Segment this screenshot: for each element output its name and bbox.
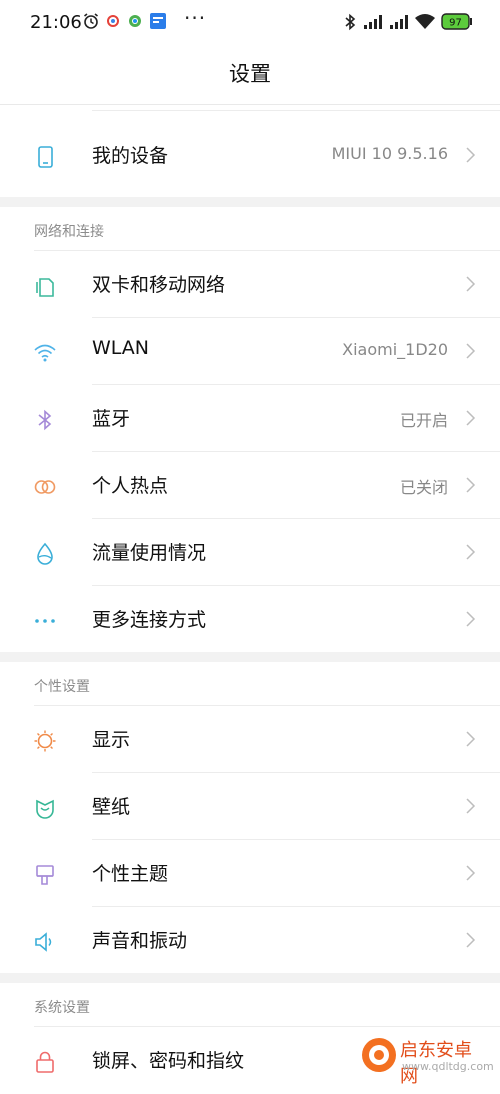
row-value: MIUI 10 9.5.16 <box>331 144 448 163</box>
row-theme[interactable]: 个性主题 <box>0 841 500 907</box>
section-gap <box>0 197 500 207</box>
chevron-right-icon <box>466 932 476 948</box>
signal-sim2-icon <box>390 15 408 29</box>
row-divider <box>92 772 500 773</box>
chevron-right-icon <box>466 147 476 163</box>
row-divider <box>92 384 500 385</box>
chevron-right-icon <box>466 410 476 426</box>
alarm-icon <box>84 13 98 29</box>
more-dots-icon <box>35 619 55 623</box>
status-bar: 21:06 ··· 97 <box>0 0 500 44</box>
section-header-system: 系统设置 <box>34 1000 90 1016</box>
news-app-icon <box>150 13 166 29</box>
app-notification-icon <box>107 15 119 27</box>
signal-sim1-icon <box>364 15 382 29</box>
bluetooth-icon <box>38 409 52 431</box>
browser-notification-icon <box>129 15 141 27</box>
row-label: 声音和振动 <box>92 930 188 952</box>
phone-icon <box>38 146 53 168</box>
battery-level: 97 <box>449 18 462 29</box>
row-wlan[interactable]: WLAN Xiaomi_1D20 <box>0 319 500 385</box>
row-label: 流量使用情况 <box>92 542 207 564</box>
sim-card-icon <box>36 278 54 297</box>
row-bluetooth[interactable]: 蓝牙 已开启 <box>0 386 500 452</box>
chevron-right-icon <box>466 611 476 627</box>
section-divider <box>34 1026 500 1027</box>
row-my-device[interactable]: 我的设备 MIUI 10 9.5.16 <box>0 123 500 189</box>
row-dual-sim[interactable]: 双卡和移动网络 <box>0 252 500 318</box>
row-display[interactable]: 显示 <box>0 707 500 773</box>
page-title: 设置 <box>229 62 271 86</box>
row-divider <box>92 518 500 519</box>
watermark-logo-icon <box>362 1038 396 1072</box>
wifi-status-icon <box>415 14 435 29</box>
chevron-right-icon <box>466 731 476 747</box>
battery-icon: 97 <box>441 13 472 30</box>
row-wallpaper[interactable]: 壁纸 <box>0 774 500 840</box>
row-divider <box>92 585 500 586</box>
paint-brush-icon <box>36 865 54 885</box>
wifi-icon <box>34 344 56 362</box>
water-drop-icon <box>37 542 53 565</box>
row-label: 锁屏、密码和指纹 <box>92 1050 245 1072</box>
row-value: 已关闭 <box>399 478 448 497</box>
row-value: Xiaomi_1D20 <box>342 340 448 359</box>
section-divider <box>34 705 500 706</box>
more-notifications-icon: ··· <box>184 6 207 30</box>
section-gap <box>0 652 500 662</box>
hotspot-icon <box>34 480 56 494</box>
header-divider <box>0 104 500 105</box>
row-data-usage[interactable]: 流量使用情况 <box>0 520 500 586</box>
row-sound[interactable]: 声音和振动 <box>0 908 500 974</box>
row-label: 个性主题 <box>92 863 169 885</box>
row-divider <box>92 451 500 452</box>
flower-icon <box>36 799 54 819</box>
status-time: 21:06 <box>30 12 82 33</box>
row-more-connections[interactable]: 更多连接方式 <box>0 587 500 653</box>
row-label: WLAN <box>92 337 150 359</box>
chevron-right-icon <box>466 544 476 560</box>
sun-icon <box>34 730 56 752</box>
row-label: 更多连接方式 <box>92 609 207 631</box>
row-divider <box>92 317 500 318</box>
row-label: 壁纸 <box>92 796 131 818</box>
section-header-personalization: 个性设置 <box>34 679 90 695</box>
bluetooth-status-icon <box>345 13 356 31</box>
chevron-right-icon <box>466 276 476 292</box>
chevron-right-icon <box>466 798 476 814</box>
speaker-icon <box>35 932 52 952</box>
row-hotspot[interactable]: 个人热点 已关闭 <box>0 453 500 519</box>
lock-icon <box>36 1051 54 1073</box>
row-label: 个人热点 <box>92 475 169 497</box>
row-label: 蓝牙 <box>92 408 131 430</box>
section-gap <box>0 973 500 983</box>
row-divider <box>92 906 500 907</box>
site-watermark: 启东安卓网 www.qdltdg.com <box>356 1034 494 1087</box>
row-value: 已开启 <box>399 411 448 430</box>
section-header-network: 网络和连接 <box>34 224 104 240</box>
chevron-right-icon <box>466 865 476 881</box>
watermark-url: www.qdltdg.com <box>402 1060 494 1073</box>
chevron-right-icon <box>466 343 476 359</box>
row-label: 显示 <box>92 729 131 751</box>
section-divider <box>34 250 500 251</box>
row-label: 我的设备 <box>92 145 169 167</box>
row-label: 双卡和移动网络 <box>92 274 226 296</box>
row-divider <box>92 839 500 840</box>
chevron-right-icon <box>466 477 476 493</box>
scroll-top-edge <box>0 110 500 116</box>
